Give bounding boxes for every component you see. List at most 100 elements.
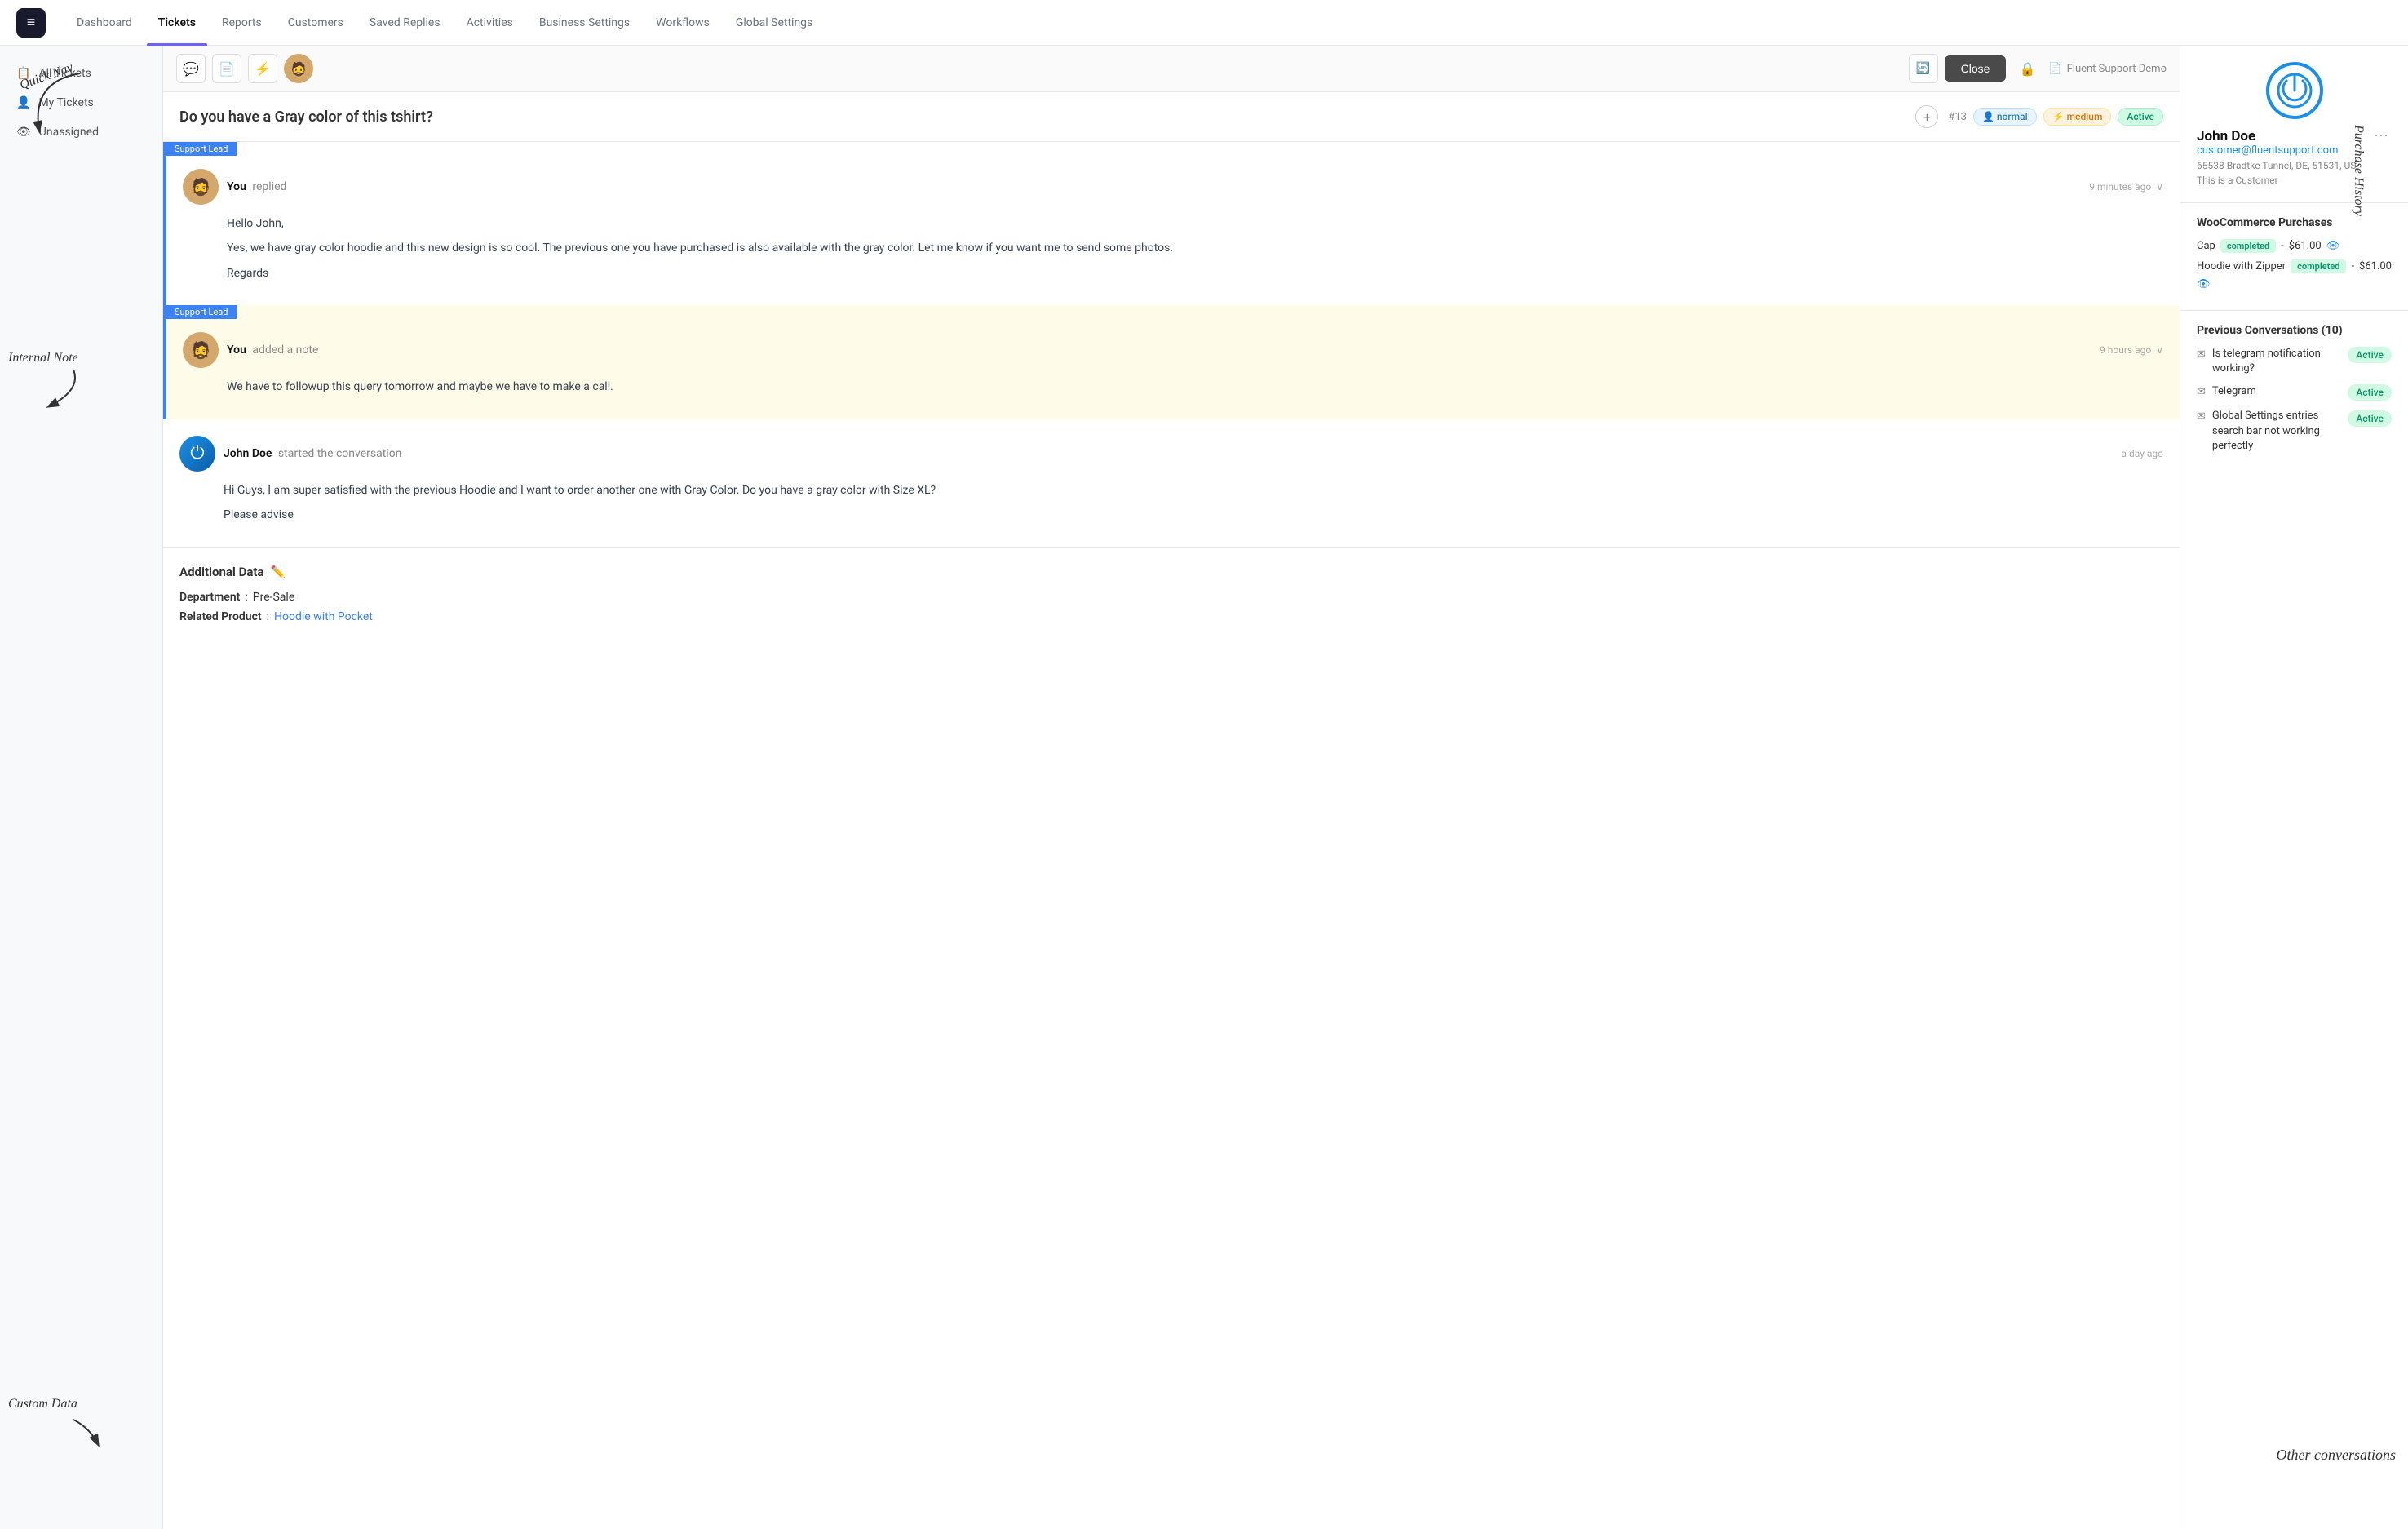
- conv-text-1: Is telegram notification working?: [2212, 347, 2342, 376]
- customer-card: John Doe ⋯ customer@fluentsupport.com 65…: [2180, 46, 2408, 203]
- product-separator: :: [267, 610, 269, 623]
- customer-avatar-top: [2197, 62, 2392, 119]
- woo-item-name-hoodie: Hoodie with Zipper: [2197, 260, 2286, 273]
- note-avatar: 🧔: [183, 332, 219, 368]
- demo-label: 📄 Fluent Support Demo: [2048, 63, 2167, 75]
- customer-body-line-2: Please advise: [224, 506, 2163, 524]
- my-tickets-icon: 👤: [16, 96, 30, 109]
- department-separator: :: [245, 591, 247, 604]
- woo-item-hoodie: Hoodie with Zipper completed - $61.00 👁: [2197, 259, 2392, 290]
- nav-dashboard[interactable]: Dashboard: [65, 10, 144, 36]
- reply-body: Hello John, Yes, we have gray color hood…: [183, 215, 2163, 282]
- nav-items: Dashboard Tickets Reports Customers Save…: [65, 10, 2392, 36]
- customer-name: John Doe: [2197, 128, 2255, 144]
- note-body: We have to followup this query tomorrow …: [183, 378, 2163, 396]
- document-icon: 📄: [2048, 63, 2061, 75]
- toolbar-chat-btn[interactable]: 💬: [176, 54, 206, 83]
- customer-body: Hi Guys, I am super satisfied with the p…: [179, 481, 2163, 525]
- reply-message-inner: 🧔 You replied 9 minutes ago ∨ Hello John…: [166, 156, 2180, 305]
- nav-business-settings[interactable]: Business Settings: [528, 10, 641, 36]
- ticket-id: #13: [1948, 111, 1967, 123]
- reply-body-line-2: Yes, we have gray color hoodie and this …: [227, 239, 2163, 257]
- customer-type: This is a Customer: [2197, 175, 2392, 186]
- ticket-meta: #13 👤 normal ⚡ medium Active: [1948, 108, 2163, 126]
- department-value: Pre-Sale: [253, 591, 295, 604]
- reply-message-header: 🧔 You replied 9 minutes ago ∨: [183, 169, 2163, 205]
- nav-global-settings[interactable]: Global Settings: [724, 10, 824, 36]
- close-ticket-button[interactable]: Close: [1945, 55, 2007, 82]
- woo-status-hoodie: completed: [2291, 259, 2346, 273]
- woo-price-val-hoodie: $61.00: [2359, 260, 2392, 273]
- nav-tickets[interactable]: Tickets: [147, 10, 207, 36]
- reply-action: replied: [252, 180, 286, 193]
- conv-item-2: ✉ Telegram Active: [2197, 384, 2392, 401]
- reply-time: 9 minutes ago: [2089, 181, 2151, 193]
- woo-price-val-cap: $61.00: [2289, 240, 2322, 252]
- additional-data-header: Additional Data ✏️: [179, 565, 2163, 579]
- edit-additional-data-icon[interactable]: ✏️: [270, 565, 286, 579]
- toolbar-cloud-btn[interactable]: ⚡: [248, 54, 277, 83]
- main-content: 💬 📄 ⚡ 🧔 🔄 Close 🔒 📄 Fluent Support Demo …: [163, 46, 2180, 1529]
- toolbar-avatar[interactable]: 🧔: [284, 54, 313, 83]
- top-nav: ≡ Dashboard Tickets Reports Customers Sa…: [0, 0, 2408, 46]
- nav-activities[interactable]: Activities: [455, 10, 525, 36]
- toolbar-doc-btn[interactable]: 📄: [212, 54, 241, 83]
- sidebar-item-unassigned[interactable]: 👁 Unassigned: [0, 117, 162, 147]
- nav-saved-replies[interactable]: Saved Replies: [358, 10, 452, 36]
- lock-icon: 🔒: [2012, 54, 2042, 83]
- ticket-toolbar: 💬 📄 ⚡ 🧔 🔄 Close 🔒 📄 Fluent Support Demo: [163, 46, 2180, 92]
- add-tag-button[interactable]: +: [1915, 105, 1938, 128]
- ticket-header: Do you have a Gray color of this tshirt?…: [163, 92, 2180, 142]
- customer-email[interactable]: customer@fluentsupport.com: [2197, 144, 2392, 157]
- reply-avatar: 🧔: [183, 169, 219, 205]
- note-meta: You added a note: [227, 343, 2092, 357]
- sidebar-item-all-tickets[interactable]: 📋 All Tickets: [0, 59, 162, 88]
- conv-status-2: Active: [2348, 384, 2392, 401]
- note-inner: 🧔 You added a note 9 hours ago ∨ We have…: [166, 319, 2180, 419]
- conv-status-1: Active: [2348, 347, 2392, 363]
- badge-medium: ⚡ medium: [2043, 108, 2112, 126]
- data-row-product: Related Product : Hoodie with Pocket: [179, 610, 2163, 623]
- note-time-area: 9 hours ago ∨: [2100, 344, 2163, 356]
- customer-more-button[interactable]: ⋯: [2370, 127, 2392, 144]
- reply-body-line-3: Regards: [227, 264, 2163, 282]
- conv-status-3: Active: [2348, 410, 2392, 427]
- product-link[interactable]: Hoodie with Pocket: [274, 610, 373, 623]
- reply-collapse-icon[interactable]: ∨: [2156, 181, 2163, 193]
- customer-time: a day ago: [2122, 448, 2163, 459]
- nav-customers[interactable]: Customers: [277, 10, 355, 36]
- sidebar-label-all-tickets: All Tickets: [38, 67, 91, 80]
- woo-price-cap: -: [2281, 240, 2284, 252]
- sidebar-label-unassigned: Unassigned: [39, 126, 99, 139]
- refresh-button[interactable]: 🔄: [1909, 54, 1938, 83]
- customer-address: 65538 Bradtke Tunnel, DE, 51531, US: [2197, 160, 2392, 171]
- power-svg-icon: [2277, 73, 2313, 109]
- customer-action: started the conversation: [278, 447, 402, 460]
- right-panel: John Doe ⋯ customer@fluentsupport.com 65…: [2180, 46, 2408, 1529]
- note-collapse-icon[interactable]: ∨: [2156, 344, 2163, 356]
- conv-email-icon-2: ✉: [2197, 386, 2206, 398]
- note-block: Support Lead 🧔 You added a note 9 hours …: [163, 305, 2180, 419]
- message-reply-block: Support Lead 🧔 You replied 9 minutes ago…: [163, 142, 2180, 305]
- badge-active: Active: [2118, 108, 2163, 126]
- conv-item-1: ✉ Is telegram notification working? Acti…: [2197, 347, 2392, 376]
- power-icon: ⏻: [190, 443, 204, 463]
- conv-item-3: ✉ Global Settings entries search bar not…: [2197, 409, 2392, 454]
- eye-icon-hoodie[interactable]: 👁: [2197, 278, 2211, 290]
- woocommerce-card: WooCommerce Purchases Cap completed - $6…: [2180, 203, 2408, 311]
- logo[interactable]: ≡: [16, 8, 46, 38]
- previous-conversations: Previous Conversations (10) ✉ Is telegra…: [2180, 311, 2408, 475]
- logo-icon: ≡: [27, 14, 36, 31]
- sidebar-item-my-tickets[interactable]: 👤 My Tickets: [0, 88, 162, 117]
- reply-author: You: [227, 180, 246, 193]
- woocommerce-title: WooCommerce Purchases: [2197, 216, 2392, 229]
- woo-price-hoodie: -: [2351, 260, 2354, 273]
- eye-icon-cap[interactable]: 👁: [2326, 240, 2340, 252]
- nav-workflows[interactable]: Workflows: [644, 10, 721, 36]
- nav-reports[interactable]: Reports: [210, 10, 273, 36]
- prev-conv-title: Previous Conversations (10): [2197, 324, 2392, 337]
- conversation-area: Support Lead 🧔 You replied 9 minutes ago…: [163, 142, 2180, 1529]
- unassigned-icon: 👁: [16, 126, 31, 139]
- reply-time-area: 9 minutes ago ∨: [2089, 181, 2163, 193]
- customer-meta: John Doe started the conversation: [224, 447, 2114, 460]
